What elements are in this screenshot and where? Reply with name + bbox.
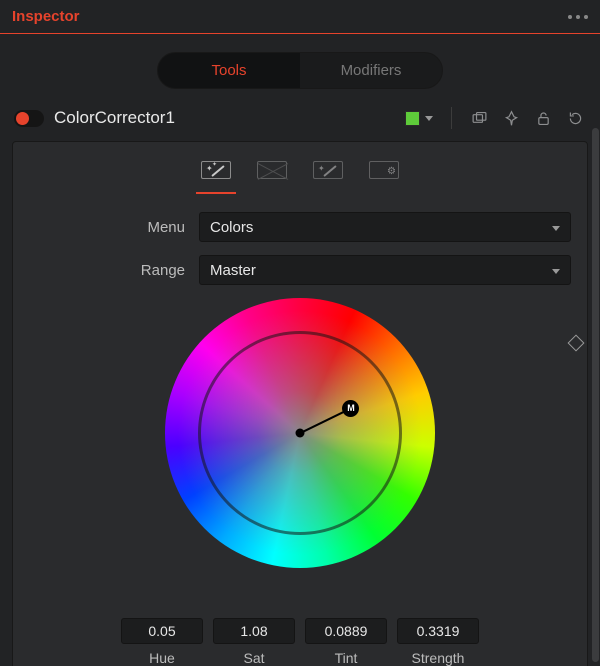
vertical-scrollbar[interactable] [592, 128, 599, 662]
mode-tab-correction[interactable]: ✦✦ [195, 156, 237, 184]
pin-icon [503, 110, 520, 127]
sat-input[interactable]: 1.08 [213, 618, 295, 644]
magic-wand-2-icon: ✦ [313, 161, 343, 179]
tint-input[interactable]: 0.0889 [305, 618, 387, 644]
values-row: 0.05 Hue 1.08 Sat 0.0889 Tint 0.3319 Str… [13, 618, 587, 666]
tile-color-chip [405, 111, 420, 126]
range-select[interactable]: Master [199, 255, 571, 285]
hue-label: Hue [121, 650, 203, 666]
chevron-down-icon [552, 226, 560, 231]
node-enable-toggle[interactable] [14, 110, 44, 127]
value-cell-strength: 0.3319 Strength [397, 618, 479, 666]
inspector-title: Inspector [12, 8, 80, 25]
value-cell-hue: 0.05 Hue [121, 618, 203, 666]
lock-button[interactable] [532, 107, 554, 129]
mode-tab-suppress[interactable]: ✦ [307, 156, 349, 184]
tile-color-picker[interactable] [403, 109, 435, 128]
chevron-down-icon [425, 116, 433, 121]
versions-icon [471, 110, 488, 127]
range-select-value: Master [210, 262, 256, 279]
value-cell-tint: 0.0889 Tint [305, 618, 387, 666]
mode-tab-histogram[interactable] [251, 156, 293, 184]
menu-select[interactable]: Colors [199, 212, 571, 242]
node-name[interactable]: ColorCorrector1 [54, 108, 175, 128]
tab-modifiers[interactable]: Modifiers [300, 53, 442, 88]
reset-button[interactable] [564, 107, 586, 129]
dot-icon [576, 15, 580, 19]
color-wheel[interactable]: M [165, 298, 435, 568]
inspector-tabs: Tools Modifiers [0, 34, 600, 103]
scrollbar-thumb[interactable] [592, 128, 599, 662]
strength-label: Strength [397, 650, 479, 666]
tool-panel: ✦✦ ✦ ⚙ Menu [12, 141, 588, 666]
unlock-icon [535, 110, 552, 127]
color-wheel-marker[interactable]: M [342, 400, 359, 417]
color-wheel-center [296, 429, 305, 438]
node-header: ColorCorrector1 [0, 103, 600, 137]
color-wheel-container: M [29, 298, 571, 568]
mode-underline [29, 192, 571, 194]
mode-tabs: ✦✦ ✦ ⚙ [29, 152, 571, 192]
versions-button[interactable] [468, 107, 490, 129]
menu-select-value: Colors [210, 219, 253, 236]
titlebar: Inspector [0, 0, 600, 34]
panel-options-button[interactable] [568, 15, 588, 19]
dot-icon [568, 15, 572, 19]
tab-tools[interactable]: Tools [158, 53, 300, 88]
form: Menu Colors Range Master [29, 212, 571, 285]
strength-input[interactable]: 0.3319 [397, 618, 479, 644]
dot-icon [584, 15, 588, 19]
tint-label: Tint [305, 650, 387, 666]
menu-label: Menu [29, 219, 199, 236]
magic-wand-icon: ✦✦ [201, 161, 231, 179]
chevron-down-icon [552, 269, 560, 274]
mask-gear-icon: ⚙ [369, 161, 399, 179]
value-cell-sat: 1.08 Sat [213, 618, 295, 666]
divider [451, 107, 452, 129]
sat-label: Sat [213, 650, 295, 666]
range-label: Range [29, 262, 199, 279]
pin-button[interactable] [500, 107, 522, 129]
inspector-content: Tools Modifiers ColorCorrector1 [0, 34, 600, 666]
marker-label: M [347, 403, 355, 413]
hue-input[interactable]: 0.05 [121, 618, 203, 644]
toggle-knob [16, 112, 29, 125]
mode-tab-options[interactable]: ⚙ [363, 156, 405, 184]
mask-x-icon [257, 161, 287, 179]
reset-icon [567, 110, 584, 127]
